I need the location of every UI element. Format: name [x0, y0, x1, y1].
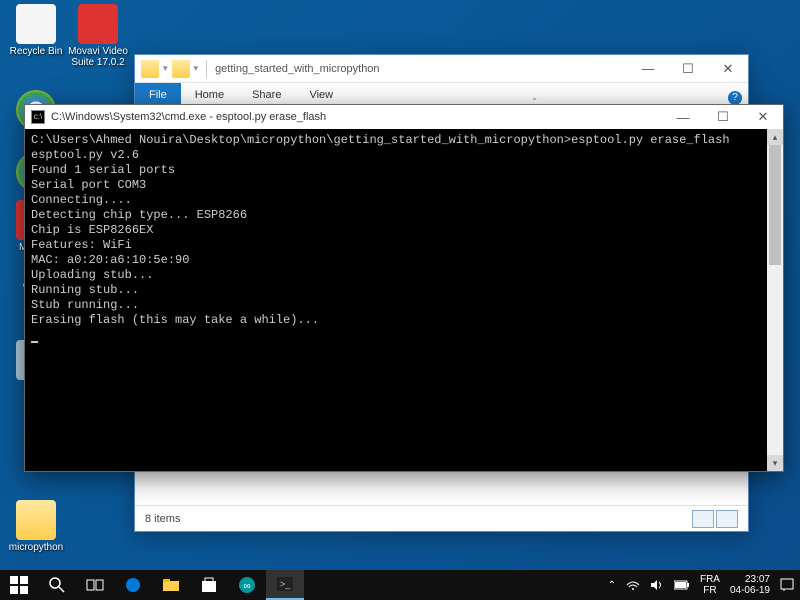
cmd-line: Detecting chip type... ESP8266 — [31, 208, 247, 222]
cmd-line: MAC: a0:20:a6:10:5e:90 — [31, 253, 189, 267]
taskbar-store[interactable] — [190, 570, 228, 600]
cmd-icon: >_ — [276, 575, 294, 593]
date: 04-06-19 — [730, 585, 770, 596]
taskbar-edge[interactable] — [114, 570, 152, 600]
taskbar-explorer[interactable] — [152, 570, 190, 600]
explorer-statusbar: 8 items — [135, 505, 748, 531]
app-icon — [78, 4, 118, 44]
folder-icon[interactable] — [172, 60, 190, 78]
scroll-down-icon[interactable]: ▾ — [767, 455, 783, 471]
explorer-titlebar[interactable]: ▾ ▾ getting_started_with_micropython — ☐… — [135, 55, 748, 83]
scroll-thumb[interactable] — [769, 145, 781, 265]
cmd-line: Found 1 serial ports — [31, 163, 175, 177]
folder-icon — [162, 576, 180, 594]
cmd-line: esptool.py v2.6 — [31, 148, 139, 162]
maximize-button[interactable]: ☐ — [703, 103, 743, 131]
start-button[interactable] — [0, 570, 38, 600]
close-button[interactable]: ✕ — [743, 103, 783, 131]
details-view-button[interactable] — [692, 510, 714, 528]
battery-icon[interactable] — [674, 580, 690, 590]
search-icon — [48, 576, 66, 594]
icon-label: micropython — [6, 542, 66, 553]
cmd-output[interactable]: C:\Users\Ahmed Nouira\Desktop\micropytho… — [25, 129, 767, 471]
minimize-button[interactable]: — — [628, 55, 668, 83]
cmd-line: Running stub... — [31, 283, 139, 297]
lang-region: FR — [700, 585, 720, 596]
store-icon — [200, 576, 218, 594]
desktop-icon-movavi[interactable]: Movavi Video Suite 17.0.2 — [68, 4, 128, 68]
clock[interactable]: 23:07 04-06-19 — [730, 574, 770, 596]
maximize-button[interactable]: ☐ — [668, 55, 708, 83]
volume-icon[interactable] — [650, 578, 664, 592]
view-toggle — [692, 510, 738, 528]
cursor — [31, 341, 38, 343]
minimize-button[interactable]: — — [663, 103, 703, 131]
system-tray: ⌃ FRA FR 23:07 04-06-19 — [608, 574, 800, 596]
icons-view-button[interactable] — [716, 510, 738, 528]
task-view-icon — [86, 576, 104, 594]
icon-label: Recycle Bin — [6, 46, 66, 57]
cmd-icon: c:\ — [31, 110, 45, 124]
taskbar-arduino[interactable]: ∞ — [228, 570, 266, 600]
folder-icon — [16, 500, 56, 540]
desktop-icon-micropython[interactable]: micropython — [6, 500, 66, 553]
wifi-icon[interactable] — [626, 578, 640, 592]
scroll-up-icon[interactable]: ▴ — [767, 129, 783, 145]
quick-access-icons: ▾ ▾ — [141, 60, 198, 78]
cmd-line: Uploading stub... — [31, 268, 153, 282]
cmd-line: Serial port COM3 — [31, 178, 146, 192]
desktop-icon-recycle-bin[interactable]: Recycle Bin — [6, 4, 66, 57]
windows-icon — [10, 576, 28, 594]
time: 23:07 — [730, 574, 770, 585]
edge-icon — [124, 576, 142, 594]
lang-code: FRA — [700, 574, 720, 585]
icon-label: Movavi Video Suite 17.0.2 — [68, 46, 128, 68]
breadcrumb[interactable]: getting_started_with_micropython — [215, 63, 379, 75]
separator — [206, 60, 207, 78]
cmd-prompt-line: C:\Users\Ahmed Nouira\Desktop\micropytho… — [31, 133, 730, 147]
tray-chevron-icon[interactable]: ⌃ — [608, 580, 616, 591]
arduino-icon: ∞ — [238, 576, 256, 594]
svg-text:∞: ∞ — [243, 581, 250, 592]
cmd-line: Stub running... — [31, 298, 139, 312]
dropdown-arrow-icon[interactable]: ▾ — [163, 63, 168, 74]
cmd-window: c:\ C:\Windows\System32\cmd.exe - esptoo… — [24, 104, 784, 472]
dropdown-arrow-icon[interactable]: ▾ — [194, 63, 199, 74]
task-view-button[interactable] — [76, 570, 114, 600]
svg-text:>_: >_ — [280, 579, 291, 589]
taskbar-cmd[interactable]: >_ — [266, 570, 304, 600]
cmd-body: C:\Users\Ahmed Nouira\Desktop\micropytho… — [25, 129, 783, 471]
notifications-icon[interactable] — [780, 578, 794, 592]
language-indicator[interactable]: FRA FR — [700, 574, 720, 596]
folder-icon[interactable] — [141, 60, 159, 78]
cmd-line: Erasing flash (this may take a while)... — [31, 313, 319, 327]
cmd-titlebar[interactable]: c:\ C:\Windows\System32\cmd.exe - esptoo… — [25, 105, 783, 129]
item-count: 8 items — [145, 513, 180, 525]
cmd-line: Features: WiFi — [31, 238, 132, 252]
search-button[interactable] — [38, 570, 76, 600]
cmd-line: Connecting.... — [31, 193, 132, 207]
cmd-line: Chip is ESP8266EX — [31, 223, 153, 237]
cmd-title: C:\Windows\System32\cmd.exe - esptool.py… — [51, 111, 326, 123]
close-button[interactable]: ✕ — [708, 55, 748, 83]
taskbar: ∞ >_ ⌃ FRA FR 23:07 04-06-19 — [0, 570, 800, 600]
recycle-bin-icon — [16, 4, 56, 44]
scrollbar[interactable]: ▴ ▾ — [767, 129, 783, 471]
